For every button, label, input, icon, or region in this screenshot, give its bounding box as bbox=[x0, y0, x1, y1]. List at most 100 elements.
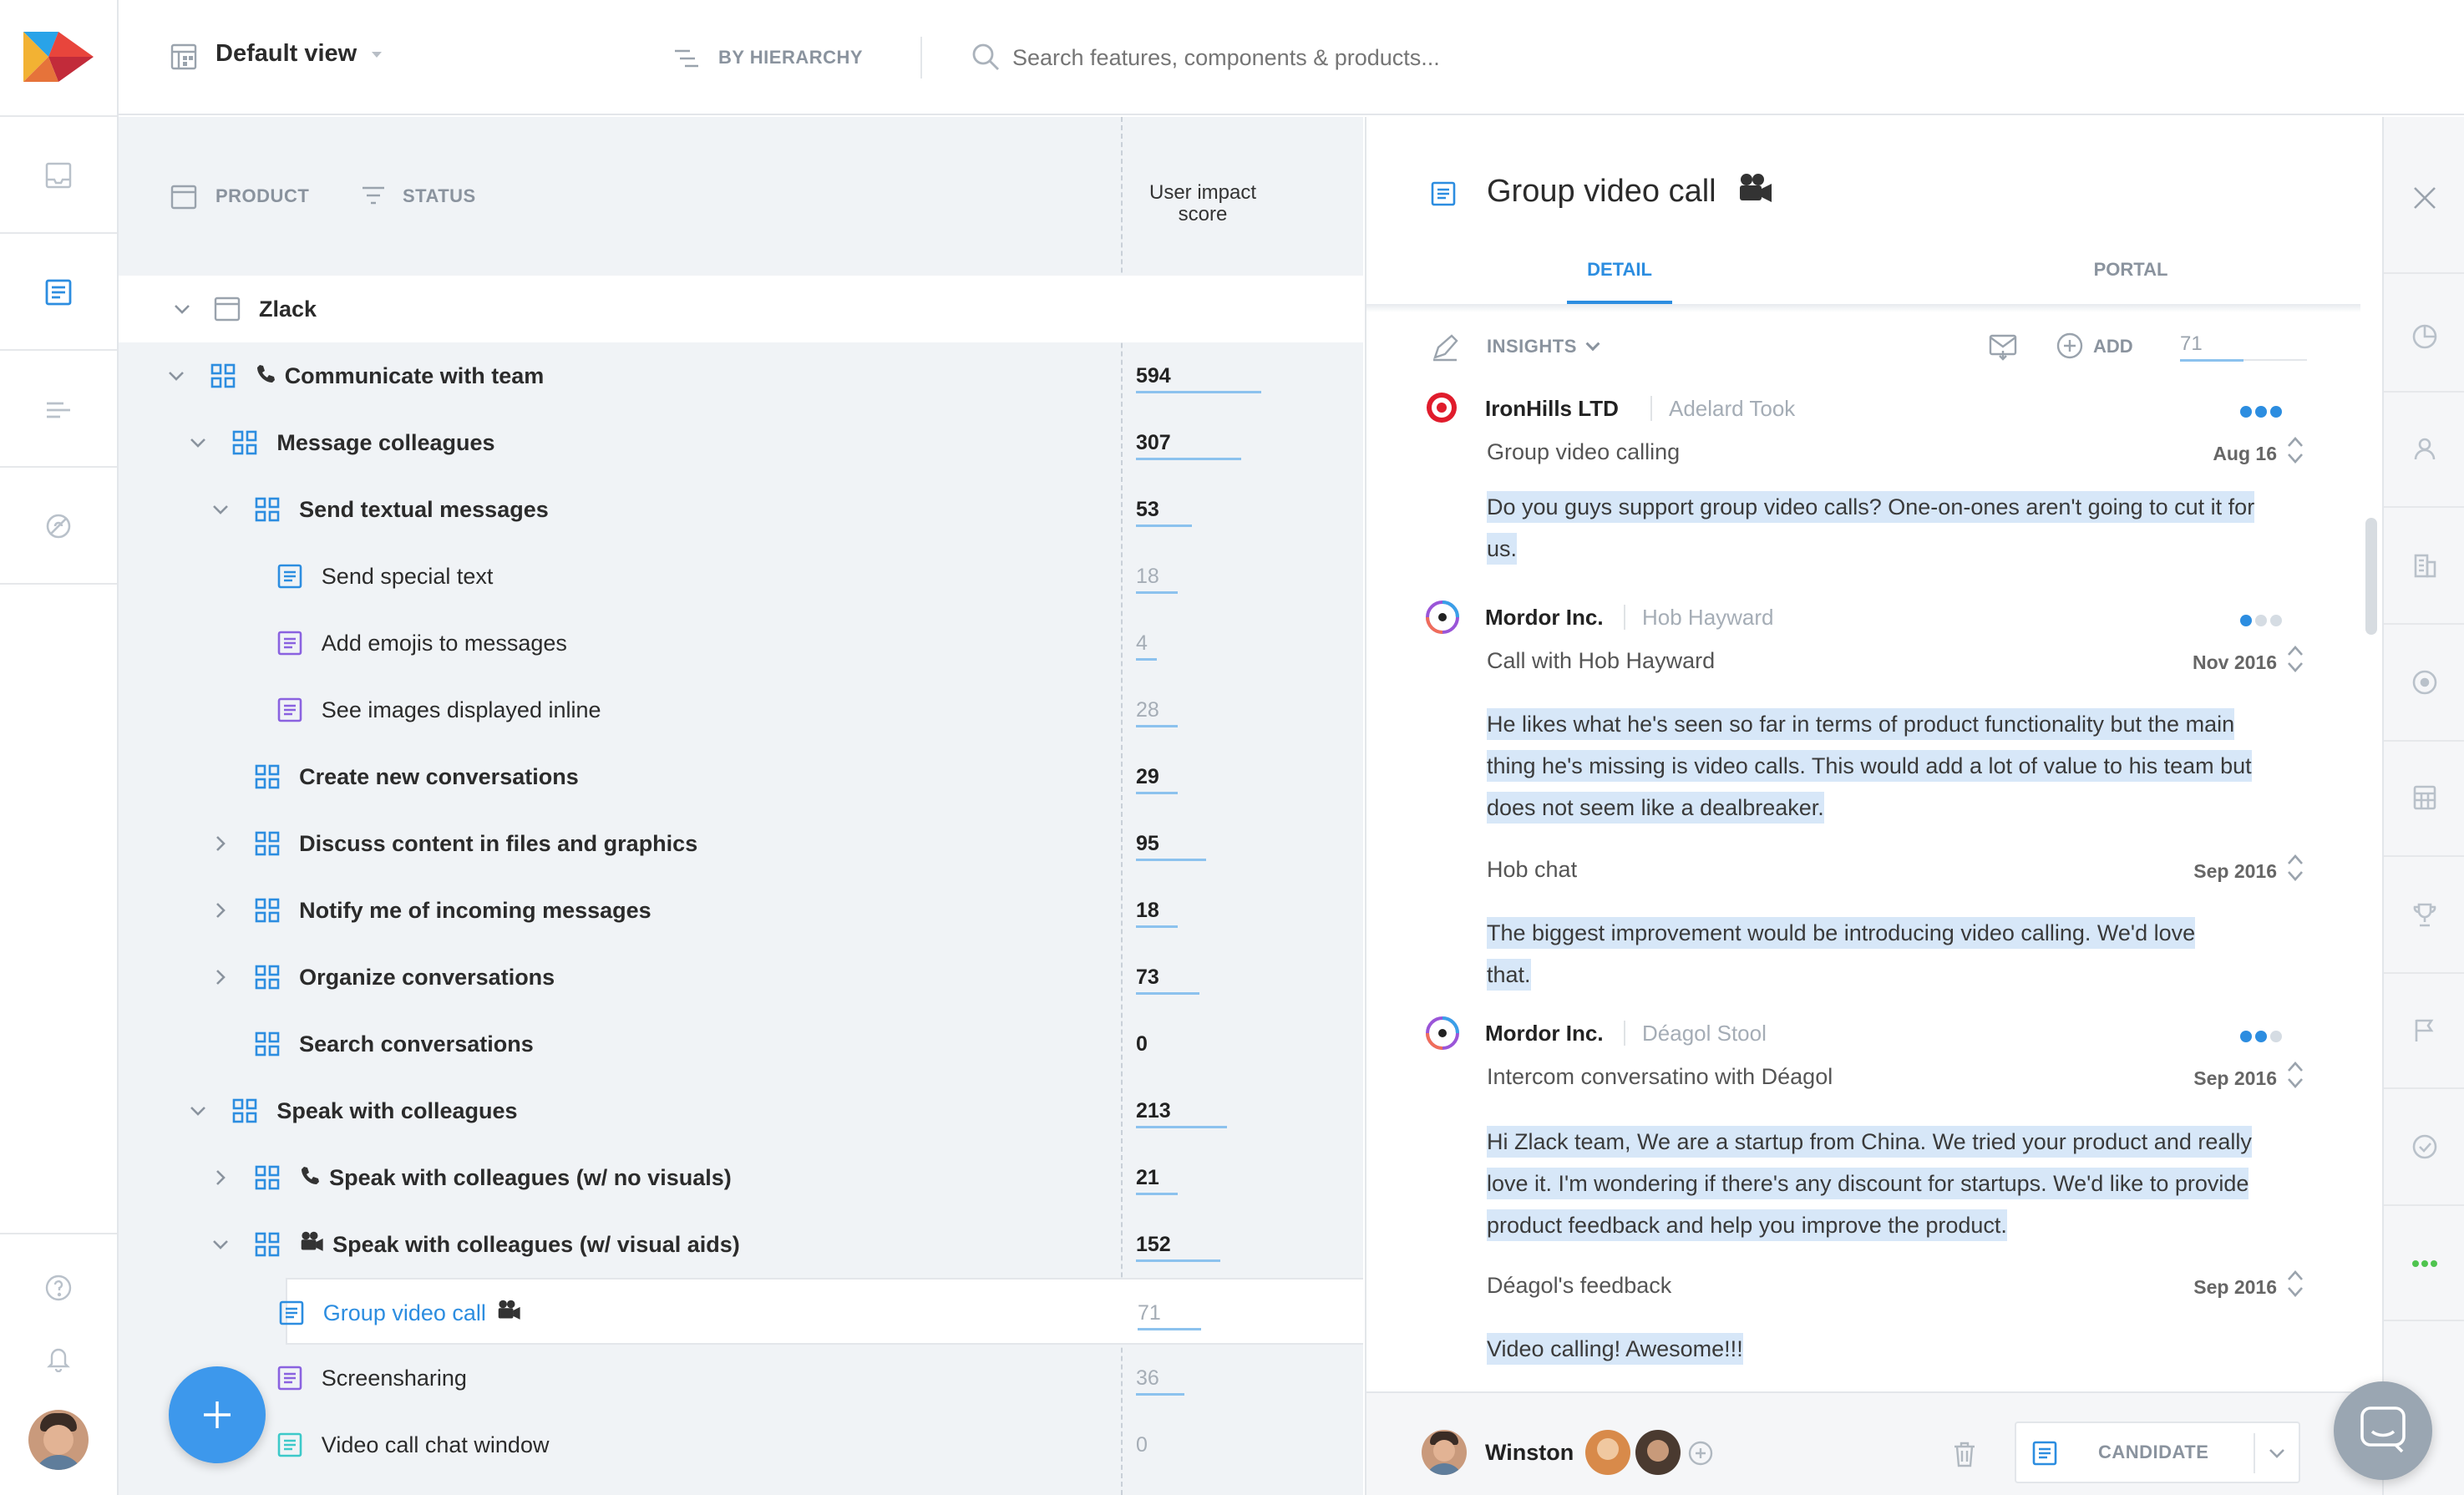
insight-person[interactable]: Adelard Took bbox=[1669, 396, 1795, 422]
features-icon[interactable] bbox=[38, 272, 79, 312]
impact-score[interactable]: 18 bbox=[1136, 877, 1159, 944]
chart-pie-icon[interactable] bbox=[2404, 316, 2446, 357]
chevron-right-icon[interactable] bbox=[209, 965, 232, 989]
importance-dots[interactable] bbox=[2240, 406, 2290, 418]
hierarchy-toggle[interactable]: BY HIERARCHY bbox=[718, 47, 863, 68]
watcher-avatar[interactable] bbox=[1635, 1430, 1681, 1475]
tree-row[interactable]: Send special text 18 bbox=[119, 543, 1363, 610]
chevron-down-icon[interactable] bbox=[186, 1099, 210, 1123]
check-circle-icon[interactable] bbox=[2404, 1126, 2446, 1168]
impact-score[interactable]: 53 bbox=[1136, 476, 1159, 543]
tree-row[interactable]: Add emojis to messages 4 bbox=[119, 610, 1363, 677]
search-input[interactable] bbox=[1012, 37, 1597, 79]
tree-row[interactable]: Send textual messages 53 bbox=[119, 476, 1363, 543]
tree-row[interactable]: Screensharing 36 bbox=[119, 1345, 1363, 1411]
impact-score[interactable]: 73 bbox=[1136, 944, 1159, 1011]
impact-score[interactable]: 213 bbox=[1136, 1077, 1171, 1144]
insight-source[interactable]: Hob chat bbox=[1487, 857, 1577, 883]
insight-source[interactable]: Déagol's feedback bbox=[1487, 1273, 1671, 1299]
tree-row[interactable]: Group video call 71 bbox=[279, 1278, 1363, 1346]
tree-row[interactable]: Speak with colleagues (w/ no visuals) 21 bbox=[119, 1144, 1363, 1211]
tab-detail[interactable]: DETAIL bbox=[1565, 259, 1674, 281]
ideas-icon[interactable] bbox=[38, 506, 79, 546]
impact-score[interactable]: 29 bbox=[1136, 743, 1159, 810]
roadmap-icon[interactable] bbox=[38, 389, 79, 429]
tree-row[interactable]: Organize conversations 73 bbox=[119, 944, 1363, 1011]
sort-arrows-icon[interactable] bbox=[2285, 1268, 2305, 1300]
impact-score[interactable]: 0 bbox=[1136, 1011, 1148, 1077]
importance-dots[interactable] bbox=[2240, 615, 2290, 626]
tree-row[interactable]: Video call chat window 0 bbox=[119, 1411, 1363, 1478]
tree-row[interactable]: Discuss content in files and graphics 95 bbox=[119, 810, 1363, 877]
chevron-down-icon[interactable] bbox=[165, 364, 188, 388]
add-watcher-icon[interactable] bbox=[1687, 1440, 1714, 1467]
impact-score[interactable]: 21 bbox=[1136, 1144, 1159, 1211]
chevron-down-icon[interactable] bbox=[209, 1233, 232, 1256]
impact-score[interactable]: 18 bbox=[1136, 543, 1159, 610]
notifications-icon[interactable] bbox=[38, 1338, 79, 1378]
impact-score[interactable]: 0 bbox=[1136, 1411, 1148, 1478]
insight-company[interactable]: Mordor Inc. bbox=[1485, 605, 1604, 631]
status-column-header[interactable]: STATUS bbox=[403, 185, 476, 207]
insight-company[interactable]: Mordor Inc. bbox=[1485, 1021, 1604, 1046]
chevron-right-icon[interactable] bbox=[209, 899, 232, 922]
more-icon[interactable] bbox=[2404, 1243, 2446, 1285]
chevron-right-icon[interactable] bbox=[209, 1166, 232, 1189]
insight-person[interactable]: Hob Hayward bbox=[1642, 605, 1774, 631]
tree-row[interactable]: Search conversations 0 bbox=[119, 1011, 1363, 1077]
tree-row[interactable]: Notify me of incoming messages 18 bbox=[119, 877, 1363, 944]
add-insight-button[interactable]: ADD bbox=[2093, 336, 2133, 357]
tree-row[interactable]: Communicate with team 594 bbox=[119, 342, 1363, 409]
score-column-header[interactable]: User impact score bbox=[1136, 182, 1270, 226]
building-icon[interactable] bbox=[2404, 545, 2446, 586]
detail-scrollbar[interactable] bbox=[2365, 518, 2377, 635]
chevron-right-icon[interactable] bbox=[209, 832, 232, 855]
sort-arrows-icon[interactable] bbox=[2285, 1059, 2305, 1091]
importance-dots[interactable] bbox=[2240, 1031, 2290, 1042]
chevron-down-icon[interactable] bbox=[186, 431, 210, 454]
impact-score[interactable]: 152 bbox=[1136, 1211, 1171, 1278]
calculator-icon[interactable] bbox=[2404, 777, 2446, 818]
add-circle-icon[interactable] bbox=[2055, 331, 2085, 361]
target-icon[interactable] bbox=[2404, 661, 2446, 703]
product-column-header[interactable]: PRODUCT bbox=[215, 185, 309, 207]
email-icon[interactable] bbox=[1988, 331, 2018, 361]
chevron-down-icon[interactable] bbox=[170, 297, 194, 321]
insight-source[interactable]: Call with Hob Hayward bbox=[1487, 648, 1715, 674]
impact-score[interactable]: 71 bbox=[1138, 1280, 1161, 1346]
close-icon[interactable] bbox=[2404, 177, 2446, 219]
trophy-icon[interactable] bbox=[2404, 894, 2446, 935]
help-icon[interactable] bbox=[38, 1268, 79, 1308]
view-selector[interactable]: Default view bbox=[215, 40, 383, 68]
impact-score[interactable]: 36 bbox=[1136, 1345, 1159, 1411]
sort-arrows-icon[interactable] bbox=[2285, 643, 2305, 675]
insight-person[interactable]: Déagol Stool bbox=[1642, 1021, 1767, 1046]
impact-score[interactable]: 594 bbox=[1136, 342, 1171, 409]
sort-arrows-icon[interactable] bbox=[2285, 434, 2305, 466]
tree-row[interactable]: Speak with colleagues 213 bbox=[119, 1077, 1363, 1144]
status-selector[interactable]: CANDIDATE bbox=[2015, 1422, 2300, 1483]
tree-row[interactable]: Speak with colleagues (w/ visual aids) 15… bbox=[119, 1211, 1363, 1278]
watcher-avatar[interactable] bbox=[1585, 1430, 1630, 1475]
inbox-icon[interactable] bbox=[38, 155, 79, 195]
add-record-button[interactable] bbox=[169, 1366, 266, 1463]
flag-icon[interactable] bbox=[2404, 1009, 2446, 1051]
chat-launcher[interactable] bbox=[2334, 1381, 2432, 1480]
impact-score[interactable]: 4 bbox=[1136, 610, 1148, 677]
impact-score[interactable]: 95 bbox=[1136, 810, 1159, 877]
tree-row[interactable]: See images displayed inline 28 bbox=[119, 677, 1363, 743]
sort-arrows-icon[interactable] bbox=[2285, 852, 2305, 884]
tab-portal[interactable]: PORTAL bbox=[2076, 259, 2185, 281]
score-value[interactable]: 71 bbox=[2180, 332, 2203, 356]
insight-source[interactable]: Group video calling bbox=[1487, 439, 1680, 465]
insights-dropdown[interactable]: INSIGHTS bbox=[1487, 336, 1600, 357]
chevron-down-icon[interactable] bbox=[2267, 1445, 2287, 1462]
trash-icon[interactable] bbox=[1951, 1440, 1978, 1468]
chevron-down-icon[interactable] bbox=[209, 498, 232, 521]
user-avatar[interactable] bbox=[28, 1410, 89, 1470]
owner-avatar[interactable] bbox=[1422, 1430, 1467, 1475]
tree-row[interactable]: Create new conversations 29 bbox=[119, 743, 1363, 810]
owner-name[interactable]: Winston bbox=[1485, 1440, 1574, 1466]
impact-score[interactable]: 307 bbox=[1136, 409, 1171, 476]
person-icon[interactable] bbox=[2404, 428, 2446, 469]
